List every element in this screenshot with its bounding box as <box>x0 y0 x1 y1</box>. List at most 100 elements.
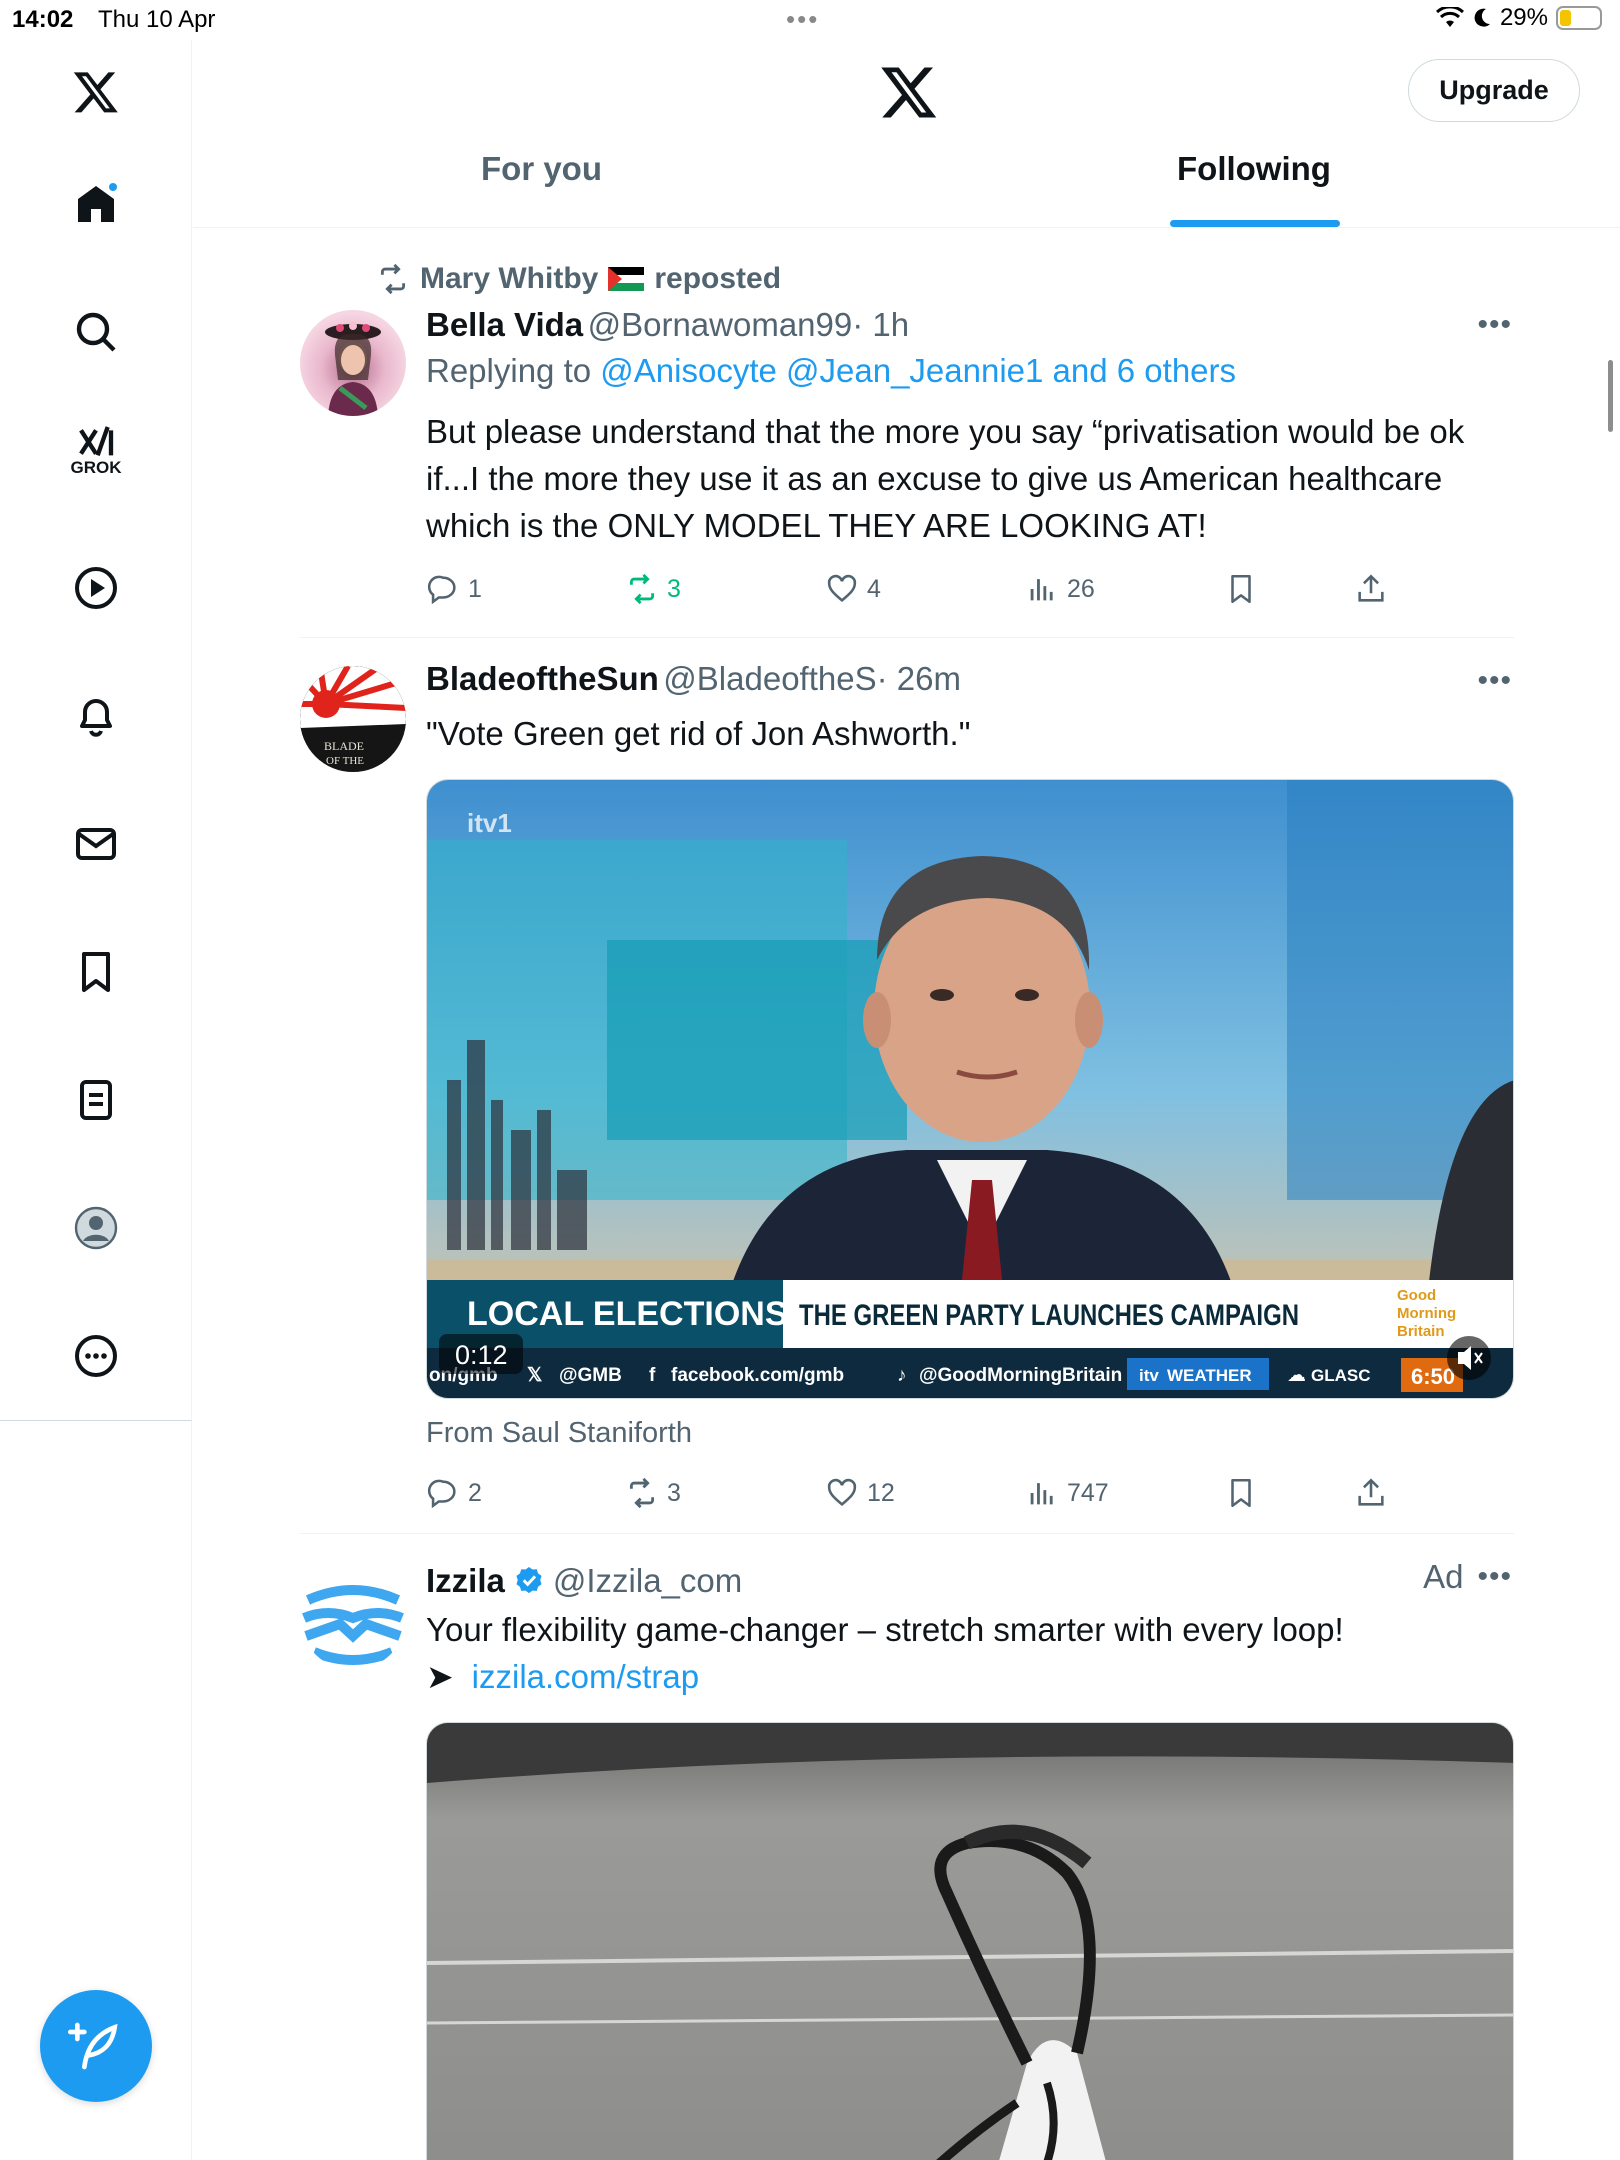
view-count: 26 <box>1067 574 1095 603</box>
upgrade-button[interactable]: Upgrade <box>1408 59 1580 122</box>
post-more-icon[interactable]: ••• <box>1477 308 1512 342</box>
author-name[interactable]: Bella Vida <box>426 306 583 343</box>
svg-text:OF THE: OF THE <box>326 755 364 767</box>
video-source[interactable]: From Saul Staniforth <box>426 1417 1514 1457</box>
repost-button[interactable]: 3 <box>625 572 825 606</box>
bookmark-button[interactable] <box>1224 572 1354 606</box>
reply-count: 1 <box>468 574 482 603</box>
avatar[interactable] <box>300 1564 406 1670</box>
video-icon[interactable] <box>66 558 126 618</box>
reply-button[interactable]: 2 <box>426 1476 625 1510</box>
scrollbar[interactable] <box>1608 360 1613 432</box>
palestine-flag-icon <box>608 267 645 291</box>
tab-following[interactable]: Following <box>1177 150 1331 188</box>
active-tab-indicator <box>1170 220 1340 227</box>
search-icon[interactable] <box>66 302 126 362</box>
reply-button[interactable]: 1 <box>426 572 625 606</box>
wifi-icon <box>1435 7 1464 27</box>
like-button[interactable]: 4 <box>825 572 1025 606</box>
video-player[interactable]: itv1 LOCAL ELECTIONS THE GREEN PARTY LAU… <box>426 779 1514 1399</box>
avatar[interactable]: BLADE OF THE <box>300 666 406 772</box>
compose-button[interactable] <box>40 1990 152 2102</box>
ad-link[interactable]: izzila.com/strap <box>472 1653 699 1700</box>
svg-text:Britain: Britain <box>1397 1323 1445 1340</box>
svg-text:Morning: Morning <box>1397 1305 1456 1322</box>
compose-icon <box>68 2022 118 2070</box>
like-count: 12 <box>867 1478 895 1507</box>
post-content: BladeoftheSun @BladeoftheS· 26m "Vote Gr… <box>426 638 1514 1523</box>
home-icon[interactable] <box>66 174 126 234</box>
battery-fill <box>1560 10 1572 26</box>
ticker-item: @GMB <box>559 1365 622 1386</box>
ticker-item: GLASC <box>1311 1366 1371 1385</box>
post-actions: 2 3 12 747 <box>426 1463 1514 1523</box>
x-logo-icon[interactable] <box>879 62 939 122</box>
brand-label: Good <box>1397 1287 1436 1304</box>
avatar[interactable] <box>300 310 406 416</box>
views-button[interactable]: 26 <box>1025 572 1224 606</box>
moon-icon <box>1474 8 1490 27</box>
x-logo-icon[interactable] <box>66 62 126 122</box>
views-icon <box>1030 1483 1053 1505</box>
like-button[interactable]: 12 <box>825 1476 1025 1510</box>
post[interactable]: Mary Whitby reposted Bella Vida @Bornawo… <box>300 230 1514 638</box>
video-duration: 0:12 <box>455 1340 508 1370</box>
arrow-icon: ➤ <box>426 1658 454 1695</box>
ticker-item: @GoodMorningBritain <box>919 1365 1122 1386</box>
post-more-icon[interactable]: ••• <box>1477 664 1512 698</box>
messages-icon[interactable] <box>66 814 126 874</box>
bookmarks-icon[interactable] <box>66 942 126 1002</box>
author-handle[interactable]: @BladeoftheS <box>663 660 876 697</box>
reply-mentions[interactable]: @Anisocyte @Jean_Jeannie1 and 6 others <box>600 352 1236 389</box>
ad-video[interactable] <box>426 1722 1514 2160</box>
status-time: 14:02 <box>12 6 74 33</box>
repost-button[interactable]: 3 <box>625 1476 825 1510</box>
author-name[interactable]: BladeoftheSun <box>426 660 659 697</box>
multitasking-dots-icon[interactable]: ••• <box>786 4 819 35</box>
profile-icon[interactable] <box>66 1198 126 1258</box>
reply-prefix: Replying to <box>426 352 592 389</box>
post-ad[interactable]: Izzila @Izzila_com Your flexibility game… <box>300 1534 1514 2160</box>
views-button[interactable]: 747 <box>1025 1476 1224 1510</box>
post-time[interactable]: · 26m <box>877 660 961 697</box>
svg-text:itv: itv <box>1139 1366 1159 1385</box>
author-handle[interactable]: @Bornawoman99 <box>588 306 853 343</box>
timeline-header: Upgrade For you Following <box>193 40 1620 228</box>
battery-percent: 29% <box>1499 4 1548 31</box>
repost-icon <box>380 263 406 295</box>
lists-icon[interactable] <box>66 1070 126 1130</box>
repost-count: 3 <box>667 1478 681 1507</box>
verified-badge-icon <box>516 1567 542 1594</box>
ticker-item: facebook.com/gmb <box>671 1365 844 1386</box>
notifications-icon[interactable] <box>66 686 126 746</box>
mute-icon[interactable] <box>1447 1336 1491 1380</box>
svg-text:f: f <box>649 1365 656 1386</box>
repost-user[interactable]: Mary Whitby <box>420 262 598 296</box>
bookmark-button[interactable] <box>1224 1476 1354 1510</box>
repost-icon <box>629 573 655 605</box>
bookmark-icon <box>1231 574 1251 604</box>
video-frame: itv1 LOCAL ELECTIONS THE GREEN PARTY LAU… <box>427 780 1513 1398</box>
tab-for-you[interactable]: For you <box>481 150 602 188</box>
repost-icon <box>629 1477 655 1509</box>
share-button[interactable] <box>1354 572 1388 606</box>
view-count: 747 <box>1067 1478 1109 1507</box>
post[interactable]: BLADE OF THE BladeoftheSun @BladeoftheS·… <box>300 638 1514 1534</box>
channel-logo: itv1 <box>467 808 512 838</box>
share-button[interactable] <box>1354 1476 1388 1510</box>
heart-icon <box>827 1478 857 1506</box>
timeline-feed: Mary Whitby reposted Bella Vida @Bornawo… <box>300 230 1514 2160</box>
author-handle[interactable]: @Izzila_com <box>553 1562 742 1600</box>
like-count: 4 <box>867 574 881 603</box>
broadcast-clock: 6:50 <box>1411 1364 1455 1389</box>
grok-icon[interactable]: GROK <box>66 420 126 480</box>
post-more-icon[interactable]: ••• <box>1477 1560 1512 1594</box>
author-name[interactable]: Izzila <box>426 1562 505 1600</box>
battery-icon <box>1556 6 1602 30</box>
share-icon <box>1358 1478 1384 1506</box>
reply-count: 2 <box>468 1478 482 1507</box>
status-date: Thu 10 Apr <box>98 6 216 33</box>
banner-left: LOCAL ELECTIONS <box>467 1295 788 1333</box>
more-icon[interactable] <box>66 1326 126 1386</box>
post-time[interactable]: · 1h <box>852 306 909 343</box>
